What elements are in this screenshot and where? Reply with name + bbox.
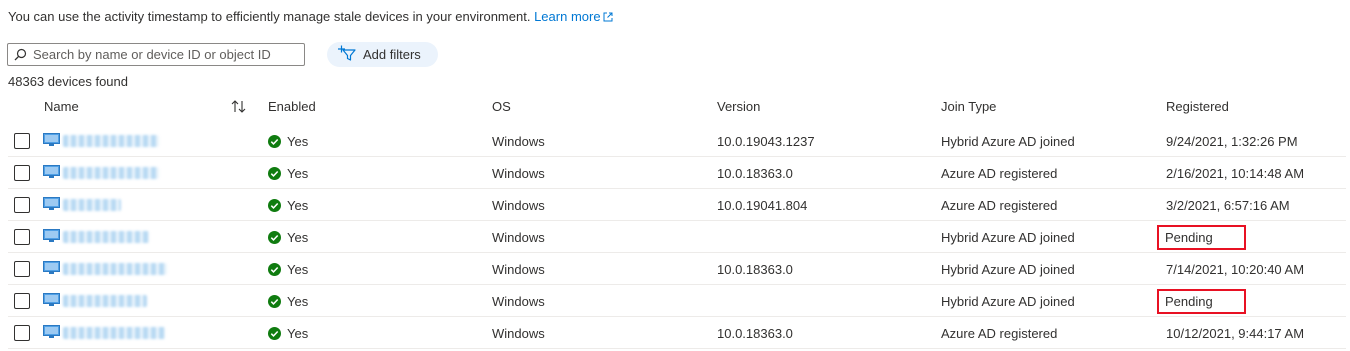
column-header-name[interactable]: Name xyxy=(44,99,79,117)
cell-registered: Pending xyxy=(1165,294,1213,309)
column-header-registered[interactable]: Registered xyxy=(1166,99,1229,117)
cell-join-type: Hybrid Azure AD joined xyxy=(941,294,1075,309)
cell-os: Windows xyxy=(492,134,545,149)
row-checkbox[interactable] xyxy=(14,293,30,309)
table-row[interactable]: Yes Windows Hybrid Azure AD joined Pending xyxy=(0,221,1350,253)
add-filters-button[interactable]: Add filters xyxy=(327,42,438,67)
cell-enabled: Yes xyxy=(287,134,309,149)
cell-os: Windows xyxy=(492,230,545,245)
cell-os: Windows xyxy=(492,326,545,341)
external-link-icon xyxy=(603,10,613,25)
row-divider xyxy=(8,348,1346,349)
cell-registered: 3/2/2021, 6:57:16 AM xyxy=(1166,198,1290,213)
learn-more-link[interactable]: Learn more xyxy=(534,9,613,25)
cell-version: 10.0.19041.804 xyxy=(717,198,808,213)
cell-enabled: Yes xyxy=(287,230,309,245)
cell-registered: 2/16/2021, 10:14:48 AM xyxy=(1166,166,1305,181)
check-circle-icon xyxy=(268,199,281,215)
cell-enabled: Yes xyxy=(287,326,309,341)
cell-version: 10.0.18363.0 xyxy=(717,326,793,341)
table-row[interactable]: Yes Windows 10.0.18363.0 Azure AD registere… xyxy=(0,317,1350,349)
search-icon xyxy=(14,48,27,61)
device-icon xyxy=(43,133,60,150)
sort-icon[interactable] xyxy=(230,98,248,117)
row-checkbox[interactable] xyxy=(14,133,30,149)
check-circle-icon xyxy=(268,135,281,151)
table-row[interactable]: Yes Windows 10.0.18363.0 Hybrid Azure AD jo… xyxy=(0,253,1350,285)
cell-registered: 9/24/2021, 1:32:26 PM xyxy=(1166,134,1298,149)
search-box[interactable] xyxy=(7,43,305,66)
intro-text: You can use the activity timestamp to ef… xyxy=(8,9,613,25)
cell-join-type: Azure AD registered xyxy=(941,326,1058,341)
row-checkbox[interactable] xyxy=(14,197,30,213)
device-icon xyxy=(43,261,60,278)
row-checkbox[interactable] xyxy=(14,325,30,341)
cell-registered: 10/12/2021, 9:44:17 AM xyxy=(1166,326,1305,341)
device-name-link-obscured[interactable] xyxy=(63,135,159,147)
device-name-link-obscured[interactable] xyxy=(63,231,149,243)
cell-enabled: Yes xyxy=(287,166,309,181)
cell-join-type: Hybrid Azure AD joined xyxy=(941,230,1075,245)
check-circle-icon xyxy=(268,327,281,343)
device-name-link-obscured[interactable] xyxy=(63,199,121,211)
add-filters-label: Add filters xyxy=(363,47,421,62)
add-filter-icon xyxy=(337,44,357,65)
search-input[interactable] xyxy=(33,47,293,62)
table-row[interactable]: Yes Windows Hybrid Azure AD joined Pending xyxy=(0,285,1350,317)
cell-os: Windows xyxy=(492,294,545,309)
device-icon xyxy=(43,229,60,246)
cell-os: Windows xyxy=(492,166,545,181)
device-name-link-obscured[interactable] xyxy=(63,295,147,307)
cell-join-type: Hybrid Azure AD joined xyxy=(941,262,1075,277)
cell-version: 10.0.19043.1237 xyxy=(717,134,815,149)
row-checkbox[interactable] xyxy=(14,261,30,277)
check-circle-icon xyxy=(268,167,281,183)
cell-enabled: Yes xyxy=(287,294,309,309)
cell-join-type: Azure AD registered xyxy=(941,166,1058,181)
check-circle-icon xyxy=(268,263,281,279)
column-header-join-type[interactable]: Join Type xyxy=(941,99,996,117)
device-icon xyxy=(43,293,60,310)
device-name-link-obscured[interactable] xyxy=(63,263,167,275)
intro-message: You can use the activity timestamp to ef… xyxy=(8,9,531,24)
cell-version: 10.0.18363.0 xyxy=(717,262,793,277)
cell-os: Windows xyxy=(492,262,545,277)
table-row[interactable]: Yes Windows 10.0.18363.0 Azure AD registere… xyxy=(0,157,1350,189)
device-icon xyxy=(43,165,60,182)
column-header-enabled[interactable]: Enabled xyxy=(268,99,316,117)
cell-enabled: Yes xyxy=(287,262,309,277)
cell-version: 10.0.18363.0 xyxy=(717,166,793,181)
cell-os: Windows xyxy=(492,198,545,213)
cell-enabled: Yes xyxy=(287,198,309,213)
device-name-link-obscured[interactable] xyxy=(63,167,159,179)
cell-join-type: Azure AD registered xyxy=(941,198,1058,213)
cell-registered: 7/14/2021, 10:20:40 AM xyxy=(1166,262,1305,277)
device-icon xyxy=(43,197,60,214)
cell-registered: Pending xyxy=(1165,230,1213,245)
row-checkbox[interactable] xyxy=(14,229,30,245)
device-icon xyxy=(43,325,60,342)
device-name-link-obscured[interactable] xyxy=(63,327,165,339)
check-circle-icon xyxy=(268,295,281,311)
column-header-version[interactable]: Version xyxy=(717,99,760,117)
column-header-os[interactable]: OS xyxy=(492,99,511,117)
cell-join-type: Hybrid Azure AD joined xyxy=(941,134,1075,149)
table-row[interactable]: Yes Windows 10.0.19043.1237 Hybrid Azure AD… xyxy=(0,125,1350,157)
check-circle-icon xyxy=(268,231,281,247)
results-count: 48363 devices found xyxy=(8,74,128,89)
table-row[interactable]: Yes Windows 10.0.19041.804 Azure AD registe… xyxy=(0,189,1350,221)
row-checkbox[interactable] xyxy=(14,165,30,181)
